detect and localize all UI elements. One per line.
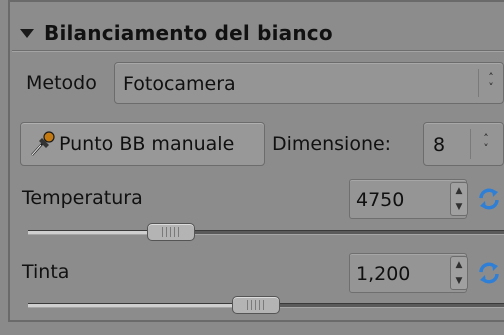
- header-divider: [12, 50, 504, 52]
- up-down-chevron-icon: ˄ ˅: [478, 69, 503, 97]
- tint-slider[interactable]: [28, 296, 504, 314]
- size-label: Dimensione:: [272, 133, 392, 155]
- size-combobox[interactable]: 8 ˄ ˅: [423, 122, 504, 166]
- refresh-icon[interactable]: [476, 186, 502, 212]
- eyedropper-icon: [29, 130, 55, 158]
- up-down-chevron-icon: ˄ ˅: [470, 129, 501, 159]
- size-value: 8: [433, 134, 446, 156]
- method-value: Fotocamera: [123, 73, 236, 95]
- tint-stepper[interactable]: ▲ ▼: [450, 256, 468, 290]
- tint-label: Tinta: [22, 261, 70, 283]
- temperature-value: 4750: [356, 189, 405, 211]
- temperature-spinbox[interactable]: 4750 ▲ ▼: [349, 179, 468, 219]
- tint-slider-handle[interactable]: [232, 296, 281, 314]
- method-label: Metodo: [26, 72, 97, 94]
- manual-wb-spot-label: Punto BB manuale: [59, 133, 235, 155]
- temperature-slider-handle[interactable]: [146, 223, 195, 241]
- temperature-stepper[interactable]: ▲ ▼: [450, 182, 468, 216]
- panel-title: Bilanciamento del bianco: [44, 21, 333, 45]
- manual-wb-spot-button[interactable]: Punto BB manuale: [20, 122, 265, 166]
- refresh-icon[interactable]: [476, 260, 502, 286]
- tint-spinbox[interactable]: 1,200 ▲ ▼: [349, 253, 468, 293]
- method-combobox[interactable]: Fotocamera ˄ ˅: [114, 62, 504, 104]
- triangle-down-icon[interactable]: [20, 28, 34, 38]
- tint-value: 1,200: [356, 263, 411, 285]
- tint-slider-fill: [28, 304, 257, 307]
- panel-header[interactable]: Bilanciamento del bianco: [8, 14, 504, 52]
- temperature-slider[interactable]: [28, 223, 504, 241]
- temperature-label: Temperatura: [22, 187, 143, 209]
